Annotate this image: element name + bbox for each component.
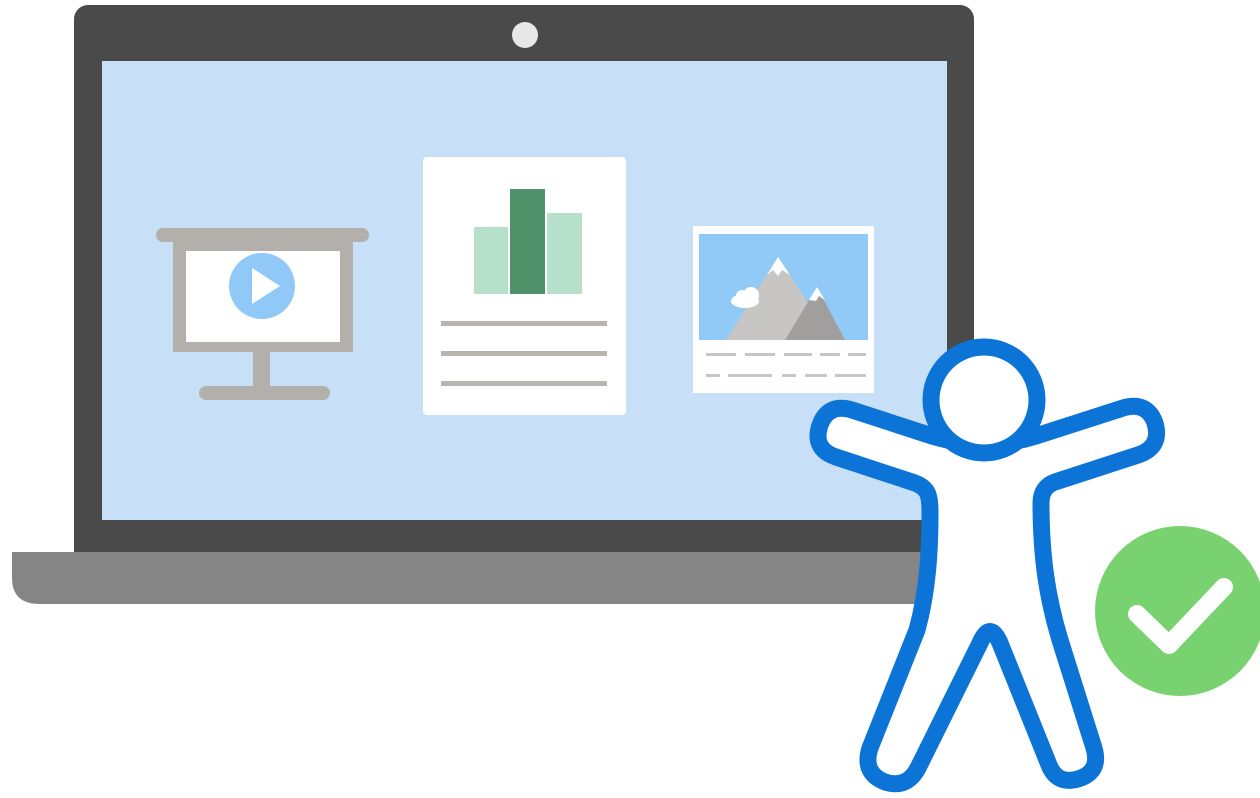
document-icon [423, 157, 626, 415]
image-icon [693, 226, 874, 393]
laptop-base [12, 552, 1010, 604]
checkmark-icon [1095, 526, 1260, 696]
person-head [922, 338, 1046, 462]
play-icon [229, 253, 295, 319]
laptop-camera [512, 22, 538, 48]
accessibility-illustration [12, 5, 1260, 793]
